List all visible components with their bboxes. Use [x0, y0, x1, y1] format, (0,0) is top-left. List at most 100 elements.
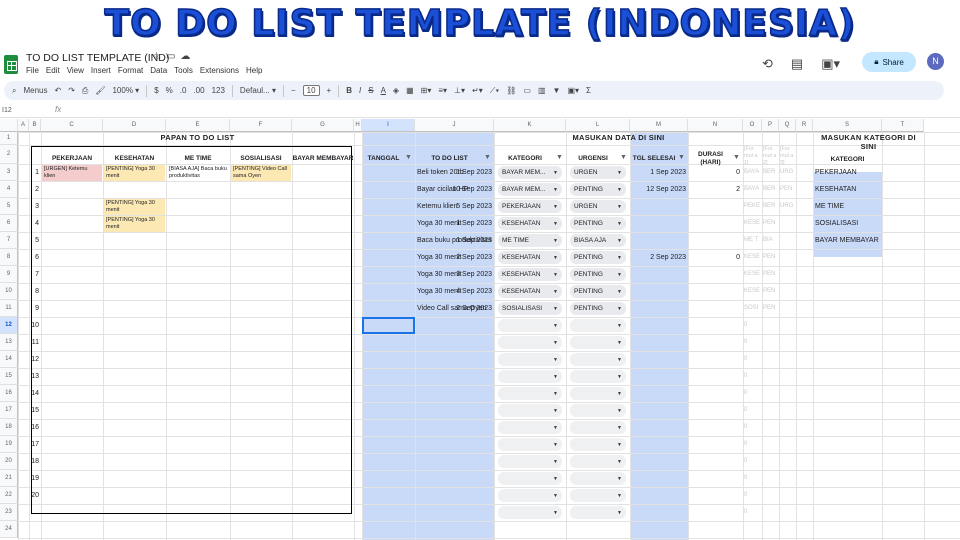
kategori-dropdown[interactable]: BAYAR MEM... ▼	[498, 183, 562, 196]
row-header-18[interactable]: 18	[0, 419, 18, 436]
fill-color-icon[interactable]: ◈	[393, 86, 399, 95]
kategori-dropdown[interactable]: ▼	[498, 404, 562, 417]
column-header-r[interactable]: R	[796, 119, 813, 132]
kategori-dropdown[interactable]: KESEHATAN ▼	[498, 268, 562, 281]
row-header-2[interactable]: 2	[0, 145, 18, 164]
urgensi-dropdown[interactable]: PENTING ▼	[570, 251, 626, 264]
chart-icon[interactable]: ▥	[538, 86, 546, 95]
urgensi-dropdown[interactable]: ▼	[570, 421, 626, 434]
column-header-d[interactable]: D	[103, 119, 166, 132]
font-select[interactable]: Defaul... ▾	[240, 86, 276, 95]
redo-icon[interactable]: ↷	[68, 86, 75, 95]
print-icon[interactable]: ⎙	[82, 86, 88, 96]
kategori-dropdown[interactable]: SOSIALISASI ▼	[498, 302, 562, 315]
bold-icon[interactable]: B	[346, 86, 352, 95]
row-header-14[interactable]: 14	[0, 351, 18, 368]
row-header-21[interactable]: 21	[0, 470, 18, 487]
urgensi-dropdown[interactable]: ▼	[570, 387, 626, 400]
todo-cell[interactable]: Baca buku produktivitas	[417, 232, 494, 249]
link-icon[interactable]: ⛓	[506, 86, 516, 95]
menu-item-extensions[interactable]: Extensions	[200, 66, 239, 75]
font-size-decrease[interactable]: −	[291, 86, 296, 95]
kategori-dropdown[interactable]: ▼	[498, 353, 562, 366]
row-header-1[interactable]: 1	[0, 132, 18, 145]
category-item[interactable]: ME TIME	[815, 198, 884, 215]
urgensi-dropdown[interactable]: ▼	[570, 370, 626, 383]
urgensi-dropdown[interactable]: PENTING ▼	[570, 183, 626, 196]
board-note[interactable]: [PENTING] Yoga 30 menit	[104, 165, 165, 181]
column-header-q[interactable]: Q	[779, 119, 796, 132]
menu-item-view[interactable]: View	[67, 66, 84, 75]
menu-item-tools[interactable]: Tools	[174, 66, 193, 75]
kategori-dropdown[interactable]: ▼	[498, 370, 562, 383]
column-header-k[interactable]: K	[494, 119, 566, 132]
merge-icon[interactable]: ⊞▾	[421, 86, 432, 95]
increase-decimal-button[interactable]: .00	[193, 86, 204, 95]
menu-item-file[interactable]: File	[26, 66, 39, 75]
category-item[interactable]: KESEHATAN	[815, 181, 884, 198]
column-header-n[interactable]: N	[688, 119, 743, 132]
column-header-h[interactable]: H	[354, 119, 362, 132]
document-title[interactable]: TO DO LIST TEMPLATE (IND)	[26, 52, 169, 64]
column-header-t[interactable]: T	[882, 119, 924, 132]
kategori-dropdown[interactable]: ▼	[498, 489, 562, 502]
urgensi-dropdown[interactable]: URGEN ▼	[570, 166, 626, 179]
board-note[interactable]: [PENTING] Yoga 30 menit	[104, 216, 165, 232]
kategori-dropdown[interactable]: KESEHATAN ▼	[498, 251, 562, 264]
filter-icon[interactable]: ▼︎	[733, 154, 740, 161]
row-header-12[interactable]: 12	[0, 317, 18, 334]
urgensi-dropdown[interactable]: ▼	[570, 353, 626, 366]
column-header-j[interactable]: J	[415, 119, 494, 132]
sheets-logo-icon[interactable]	[4, 55, 18, 74]
kategori-dropdown[interactable]: ▼	[498, 438, 562, 451]
name-box[interactable]: I12	[2, 107, 12, 114]
kategori-dropdown[interactable]: ▼	[498, 319, 562, 332]
board-note[interactable]: [URGEN] Ketemu klien	[42, 165, 102, 181]
todo-cell[interactable]: Beli token 20rb	[417, 164, 494, 181]
tgl-selesai-cell[interactable]: 2 Sep 2023	[630, 249, 686, 266]
avatar[interactable]: N	[927, 53, 944, 70]
filter-views-icon[interactable]: ▣▾	[567, 86, 579, 95]
valign-icon[interactable]: ⊥▾	[454, 86, 465, 95]
row-header-5[interactable]: 5	[0, 198, 18, 215]
row-header-22[interactable]: 22	[0, 487, 18, 504]
font-size-input[interactable]: 10	[302, 85, 320, 96]
paint-format-icon[interactable]: 🖌︎	[95, 86, 105, 95]
star-icon[interactable]: ☆	[152, 51, 166, 62]
category-item[interactable]: SOSIALISASI	[815, 215, 884, 232]
urgensi-dropdown[interactable]: ▼	[570, 404, 626, 417]
kategori-dropdown[interactable]: ▼	[498, 387, 562, 400]
kategori-dropdown[interactable]: ▼	[498, 455, 562, 468]
urgensi-dropdown[interactable]: PENTING ▼	[570, 285, 626, 298]
urgensi-dropdown[interactable]: ▼	[570, 455, 626, 468]
row-header-9[interactable]: 9	[0, 266, 18, 283]
row-header-15[interactable]: 15	[0, 368, 18, 385]
number-format-button[interactable]: 123	[212, 86, 225, 95]
filter-icon[interactable]: ▼︎	[678, 154, 685, 161]
urgensi-dropdown[interactable]: PENTING ▼	[570, 302, 626, 315]
decrease-decimal-button[interactable]: .0	[180, 86, 187, 95]
kategori-dropdown[interactable]: ▼	[498, 506, 562, 519]
move-folder-icon[interactable]: ▭	[166, 51, 180, 62]
kategori-dropdown[interactable]: KESEHATAN ▼	[498, 285, 562, 298]
column-header-p[interactable]: P	[762, 119, 779, 132]
board-note[interactable]: [PENTING] Video Call sama Oyen	[231, 165, 291, 181]
todo-cell[interactable]: Yoga 30 menit	[417, 249, 494, 266]
urgensi-dropdown[interactable]: ▼	[570, 438, 626, 451]
column-header-m[interactable]: M	[630, 119, 688, 132]
text-color-icon[interactable]: A	[381, 86, 386, 95]
board-note[interactable]: [PENTING] Yoga 30 menit	[104, 199, 165, 215]
column-header-l[interactable]: L	[566, 119, 630, 132]
todo-cell[interactable]: Yoga 30 menit	[417, 266, 494, 283]
kategori-dropdown[interactable]: KESEHATAN ▼	[498, 217, 562, 230]
column-header-b[interactable]: B	[29, 119, 41, 132]
row-header-6[interactable]: 6	[0, 215, 18, 232]
filter-icon[interactable]: ▼︎	[484, 154, 491, 161]
menu-item-data[interactable]: Data	[150, 66, 167, 75]
kategori-dropdown[interactable]: BAYAR MEM... ▼	[498, 166, 562, 179]
urgensi-dropdown[interactable]: ▼	[570, 472, 626, 485]
row-header-7[interactable]: 7	[0, 232, 18, 249]
borders-icon[interactable]: ▦	[406, 86, 414, 95]
column-header-e[interactable]: E	[166, 119, 230, 132]
urgensi-dropdown[interactable]: URGEN ▼	[570, 200, 626, 213]
